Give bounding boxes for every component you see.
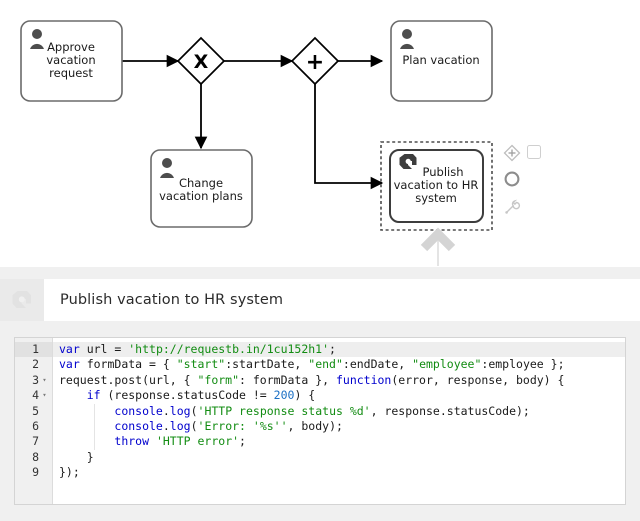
panel-header: Publish vacation to HR system bbox=[0, 279, 640, 321]
parallel-gateway[interactable]: + bbox=[290, 36, 340, 86]
line-number: 6 bbox=[32, 418, 39, 433]
diagram-svg: Approve vacation request X + Change vaca… bbox=[20, 20, 493, 266]
append-end-event-icon[interactable] bbox=[503, 170, 521, 188]
code-line[interactable]: var url = 'http://requestb.in/1cu152h1'; bbox=[53, 342, 625, 358]
code-line[interactable]: console.log('HTTP response status %d', r… bbox=[53, 404, 625, 419]
task-label-line-2: vacation plans bbox=[159, 189, 243, 203]
line-number: 8 bbox=[32, 449, 39, 464]
line-number: 4 bbox=[32, 388, 39, 403]
gutter-line[interactable]: 6 bbox=[15, 419, 52, 434]
append-task-wrench-icon[interactable] bbox=[503, 198, 521, 216]
task-approve-vacation-request[interactable]: Approve vacation request bbox=[20, 20, 123, 102]
exclusive-gateway[interactable]: X bbox=[176, 36, 226, 86]
task-label-line-3: system bbox=[415, 191, 457, 205]
task-label-line-3: request bbox=[49, 66, 93, 80]
line-number: 2 bbox=[32, 357, 39, 372]
task-label-line-1: Change bbox=[179, 176, 223, 190]
service-task-icon bbox=[0, 279, 44, 321]
flow-parallel-to-publish[interactable] bbox=[314, 84, 384, 190]
javascript-code-editor[interactable]: 1 2 3 ▾ 4 ▾ 5 6 7 8 9 var url = 'http://… bbox=[14, 337, 626, 505]
code-line[interactable]: throw 'HTTP error'; bbox=[53, 434, 625, 449]
exclusive-gateway-glyph: X bbox=[194, 51, 209, 73]
panel-title: Publish vacation to HR system bbox=[44, 279, 640, 321]
editor-gutter[interactable]: 1 2 3 ▾ 4 ▾ 5 6 7 8 9 bbox=[15, 338, 53, 504]
line-number: 7 bbox=[32, 434, 39, 449]
bpmn-diagram-canvas[interactable]: Approve vacation request X + Change vaca… bbox=[0, 0, 640, 266]
code-line[interactable]: if (response.statusCode != 200) { bbox=[53, 388, 625, 403]
task-plan-vacation[interactable]: Plan vacation bbox=[390, 20, 493, 102]
selection-checkbox[interactable] bbox=[527, 145, 545, 163]
task-label-line-1: Publish bbox=[423, 165, 464, 179]
line-number: 1 bbox=[32, 342, 39, 356]
line-number: 9 bbox=[32, 465, 39, 480]
fold-arrow-icon[interactable]: ▾ bbox=[40, 388, 49, 403]
task-label-line-2: vacation to HR bbox=[394, 178, 479, 192]
task-label: Plan vacation bbox=[402, 53, 479, 67]
task-change-vacation-plans[interactable]: Change vacation plans bbox=[150, 149, 253, 228]
gutter-line[interactable]: 9 bbox=[15, 465, 52, 480]
task-label-line-1: Approve bbox=[47, 40, 95, 54]
code-line[interactable]: var formData = { "start":startDate, "end… bbox=[53, 357, 625, 372]
context-pad[interactable] bbox=[503, 144, 545, 220]
code-line[interactable]: }); bbox=[53, 465, 625, 480]
gutter-line[interactable]: 5 bbox=[15, 404, 52, 419]
editor-code-area[interactable]: var url = 'http://requestb.in/1cu152h1';… bbox=[53, 338, 625, 504]
gutter-line[interactable]: 3 ▾ bbox=[15, 373, 52, 388]
line-number: 3 bbox=[32, 372, 39, 387]
parallel-gateway-glyph: + bbox=[306, 50, 324, 75]
task-label-line-2: vacation bbox=[46, 53, 95, 67]
code-line[interactable]: request.post(url, { "form": formData }, … bbox=[53, 373, 625, 388]
gutter-line[interactable]: 7 bbox=[15, 434, 52, 449]
properties-panel: Publish vacation to HR system 1 2 3 ▾ 4 ▾ … bbox=[0, 266, 640, 521]
panel-pointer-connector bbox=[420, 227, 456, 266]
gutter-line[interactable]: 4 ▾ bbox=[15, 388, 52, 403]
gutter-line[interactable]: 1 bbox=[15, 342, 52, 358]
gutter-line[interactable]: 8 bbox=[15, 450, 52, 465]
code-line[interactable]: } bbox=[53, 450, 625, 465]
gutter-line[interactable]: 2 bbox=[15, 357, 52, 372]
line-number: 5 bbox=[32, 403, 39, 418]
append-gateway-icon[interactable] bbox=[503, 144, 521, 162]
code-line[interactable]: console.log('Error: '%s'', body); bbox=[53, 419, 625, 434]
task-publish-vacation-to-hr-system[interactable]: Publish vacation to HR system bbox=[380, 141, 493, 231]
fold-arrow-icon[interactable]: ▾ bbox=[40, 373, 49, 388]
